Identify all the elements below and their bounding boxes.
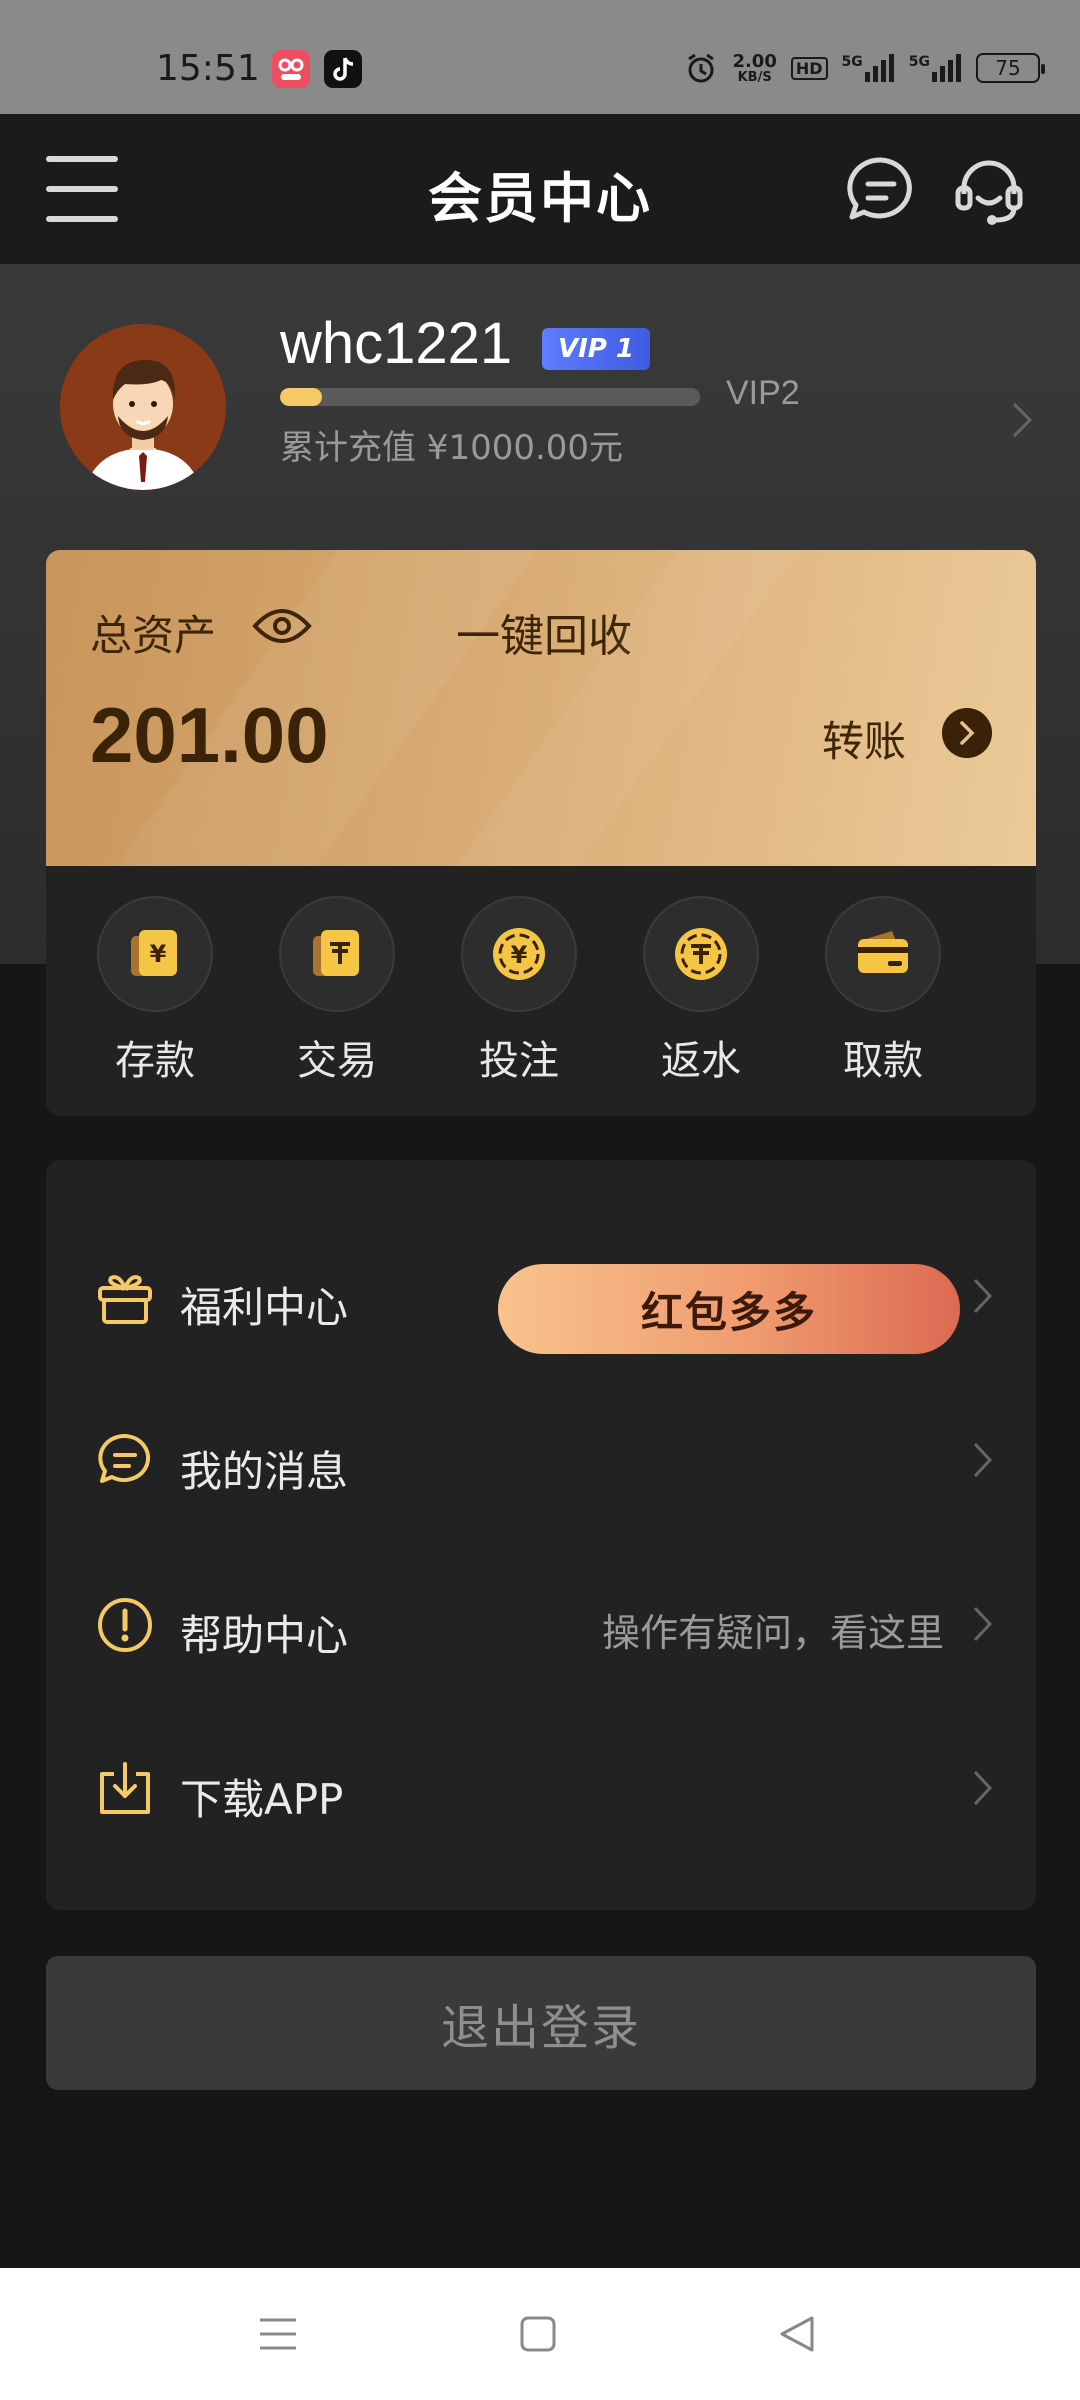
trade-icon: [279, 896, 395, 1012]
total-assets-value: 201.00: [90, 691, 329, 779]
svg-text:¥: ¥: [150, 940, 167, 968]
rebate-icon: [643, 896, 759, 1012]
action-label: 存款: [115, 1038, 195, 1084]
signal-label: 5G: [908, 54, 930, 70]
menu-item-label: 下载APP: [180, 1775, 344, 1824]
status-indicators: 2.00 KB/S HD 5G 5G 75: [684, 46, 1045, 90]
deposit-icon: ¥: [97, 896, 213, 1012]
vip-level-badge: VIP 1: [542, 328, 650, 370]
net-speed-value: 2.00: [732, 50, 777, 72]
action-rebate[interactable]: 返水: [626, 896, 776, 1086]
system-nav-bar: [0, 2268, 1080, 2400]
menu-item-welfare[interactable]: 福利中心 红包多多: [46, 1240, 1036, 1354]
menu-item-help[interactable]: 帮助中心 操作有疑问，看这里: [46, 1568, 1036, 1678]
action-withdraw[interactable]: 取款: [808, 896, 958, 1086]
total-recharge: 累计充值 ¥1000.00元: [280, 428, 624, 468]
back-nav-icon[interactable]: [776, 2312, 820, 2356]
action-label: 投注: [479, 1038, 559, 1084]
help-hint: 操作有疑问，看这里: [601, 1611, 944, 1655]
status-time: 15:51: [156, 48, 260, 89]
svg-text:¥: ¥: [511, 941, 528, 969]
gift-icon: [98, 1275, 152, 1324]
action-deposit[interactable]: ¥ 存款: [80, 896, 230, 1086]
menu-nav-icon[interactable]: [256, 2312, 300, 2356]
username: whc1221: [280, 311, 513, 376]
action-label: 交易: [297, 1038, 377, 1084]
menu-item-messages[interactable]: 我的消息: [46, 1404, 1036, 1514]
avatar[interactable]: [60, 324, 226, 490]
signal-label: 5G: [841, 54, 863, 70]
arrow-right-circle-icon[interactable]: [942, 708, 992, 758]
one-click-recover-button[interactable]: 一键回收: [456, 600, 632, 664]
action-bet[interactable]: ¥ 投注: [444, 896, 594, 1086]
menu-item-label: 我的消息: [180, 1447, 349, 1496]
menu-item-label: 帮助中心: [180, 1611, 349, 1660]
message-icon: [98, 1433, 151, 1483]
withdraw-icon: [825, 896, 941, 1012]
net-speed: 2.00 KB/S: [732, 50, 777, 85]
home-nav-icon[interactable]: [516, 2312, 560, 2356]
transfer-button[interactable]: 转账: [822, 708, 906, 769]
vip-progress-bar: [280, 388, 700, 406]
asset-card: 总资产 一键回收 201.00 转账: [46, 550, 1036, 866]
bet-icon: ¥: [461, 896, 577, 1012]
app-notification-icon: [272, 50, 310, 88]
status-bar: 15:51 2.00 KB/S HD 5G 5G 75: [0, 0, 1080, 114]
net-speed-unit: KB/S: [737, 69, 772, 85]
battery-icon: 75: [976, 53, 1045, 83]
action-label: 取款: [843, 1038, 923, 1084]
menu-list: 福利中心 红包多多 我的消息 帮助中心 操作有疑问，看这里 下载APP: [46, 1160, 1036, 1910]
info-icon: [98, 1598, 152, 1652]
top-app-bar: 会员中心: [0, 114, 1080, 264]
signal-icon: 5G: [909, 54, 962, 82]
chevron-right-icon[interactable]: [1010, 400, 1034, 440]
menu-item-download[interactable]: 下载APP: [46, 1732, 1036, 1842]
customer-service-icon[interactable]: [950, 152, 1028, 230]
message-icon[interactable]: [842, 152, 920, 230]
next-vip-level: VIP2: [726, 374, 800, 412]
action-trade[interactable]: 交易: [262, 896, 412, 1086]
red-packet-button[interactable]: 红包多多: [498, 1264, 960, 1354]
chevron-right-icon: [973, 1278, 993, 1314]
hd-icon: HD: [790, 56, 828, 80]
logout-button[interactable]: 退出登录: [46, 1956, 1036, 2090]
alarm-icon: [688, 53, 715, 83]
action-label: 返水: [661, 1038, 741, 1084]
chevron-right-icon: [973, 1606, 993, 1642]
total-assets-label: 总资产: [90, 611, 217, 660]
tiktok-icon: [324, 50, 362, 88]
eye-icon[interactable]: [252, 606, 312, 646]
menu-item-label: 福利中心: [180, 1283, 349, 1332]
download-icon: [100, 1762, 150, 1814]
chevron-right-icon: [973, 1770, 993, 1806]
chevron-right-icon: [973, 1442, 993, 1478]
vip-progress-fill: [280, 388, 322, 406]
signal-icon: 5G: [842, 54, 895, 82]
quick-actions: ¥ 存款 交易 ¥ 投注 返水 取款: [46, 866, 1036, 1116]
